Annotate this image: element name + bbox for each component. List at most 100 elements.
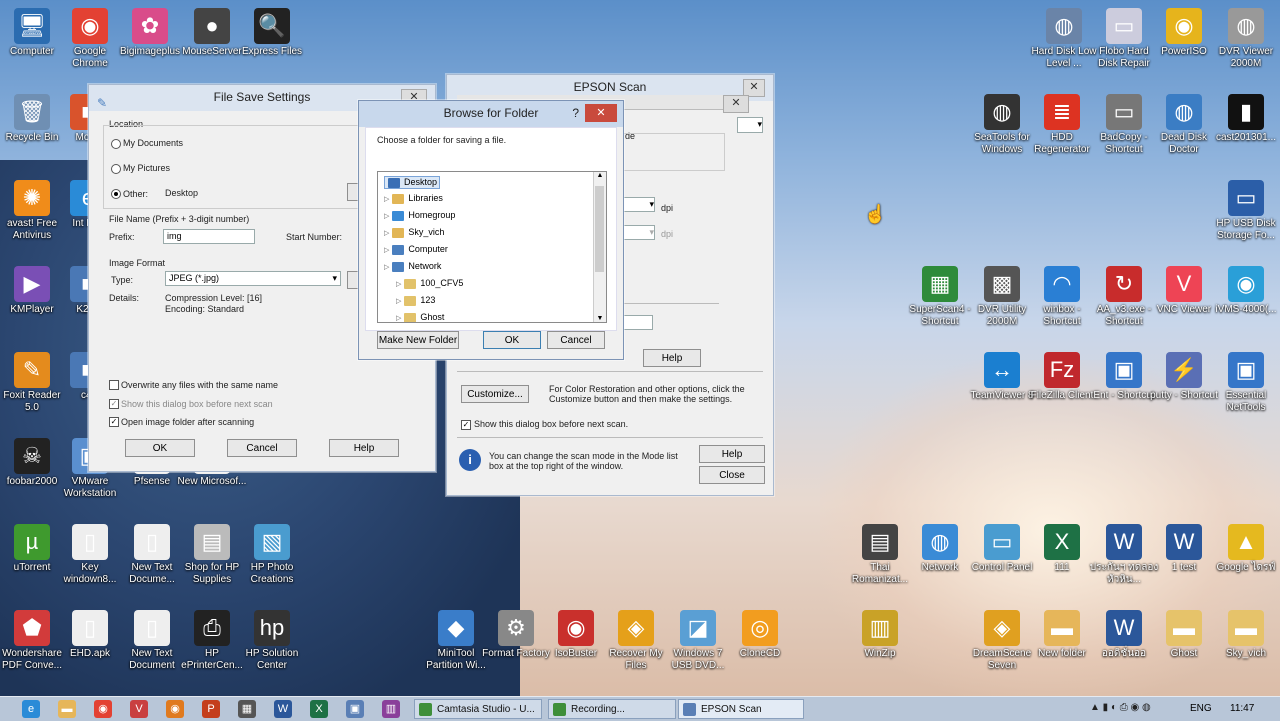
desktop-icon[interactable]: W 1 test bbox=[1149, 524, 1219, 574]
scrollbar[interactable]: ▲ ▼ bbox=[593, 172, 606, 322]
resolution-select[interactable]: ▾ bbox=[623, 197, 655, 212]
app-icon[interactable]: ▣ bbox=[346, 700, 364, 718]
shortcut-icon: ⬟ bbox=[14, 610, 50, 646]
desktop-icon[interactable]: ▮ cast201301... bbox=[1211, 94, 1280, 144]
expand-arrow-icon[interactable]: ▷ bbox=[396, 281, 401, 288]
make-new-folder-button[interactable]: Make New Folder bbox=[377, 331, 459, 349]
desktop-icon[interactable]: ◎ CloneCD bbox=[725, 610, 795, 660]
shortcut-icon: ◉ bbox=[558, 610, 594, 646]
winrar-icon[interactable]: ▥ bbox=[382, 700, 400, 718]
close-icon[interactable]: ✕ bbox=[723, 95, 749, 113]
desktop-icon[interactable]: ◠ winbox - Shortcut bbox=[1027, 266, 1097, 328]
excel-icon[interactable]: X bbox=[310, 700, 328, 718]
clock[interactable]: 11:47 bbox=[1230, 703, 1254, 714]
scroll-up-icon[interactable]: ▲ bbox=[594, 172, 606, 179]
desktop-icon[interactable]: X 111 bbox=[1027, 524, 1097, 574]
language-indicator[interactable]: ENG bbox=[1190, 703, 1212, 714]
help-button[interactable]: Help bbox=[329, 439, 399, 457]
ok-button[interactable]: OK bbox=[483, 331, 541, 349]
folder-tree-item[interactable]: ▷ Ghost bbox=[396, 312, 444, 322]
tray-icons[interactable]: ▲ ▮ ◐ ⎙ ◉ ◍ bbox=[1090, 702, 1151, 713]
desktop-icon[interactable]: Fz FileZilla Client bbox=[1027, 352, 1097, 402]
desktop-icon[interactable]: ◍ Network bbox=[905, 524, 975, 574]
prefix-input[interactable]: img bbox=[163, 229, 255, 244]
help-button[interactable]: Help bbox=[699, 445, 765, 463]
scrollbar-thumb[interactable] bbox=[595, 186, 604, 272]
desktop-icon[interactable]: ◈ Recover My Files bbox=[601, 610, 671, 672]
expand-arrow-icon[interactable]: ▷ bbox=[384, 247, 389, 254]
expand-arrow-icon[interactable]: ▷ bbox=[384, 230, 389, 237]
mode-select[interactable]: ▾ bbox=[737, 117, 763, 133]
word-icon[interactable]: W bbox=[274, 700, 292, 718]
calculator-icon[interactable]: ▦ bbox=[238, 700, 256, 718]
file-explorer-icon[interactable]: ▬ bbox=[58, 700, 76, 718]
overwrite-checkbox[interactable] bbox=[109, 380, 119, 390]
epson-field[interactable] bbox=[623, 315, 653, 330]
cancel-button[interactable]: Cancel bbox=[547, 331, 605, 349]
folder-tree-item[interactable]: ▷ 123 bbox=[396, 295, 435, 306]
my-documents-radio[interactable] bbox=[111, 139, 121, 149]
desktop-icon[interactable]: ⚡ putty - Shortcut bbox=[1149, 352, 1219, 402]
taskbar-task[interactable]: Recording... bbox=[548, 699, 676, 719]
desktop-icon[interactable]: ◪ Windows 7 USB DVD... bbox=[663, 610, 733, 672]
folder-tree-item[interactable]: ▷ Computer bbox=[384, 244, 448, 255]
hand-cursor-icon: ☝ bbox=[864, 204, 887, 224]
desktop-icon[interactable]: ▬ Ghost bbox=[1149, 610, 1219, 660]
scroll-down-icon[interactable]: ▼ bbox=[594, 315, 606, 322]
folder-tree-item[interactable]: ▷ 100_CFV5 bbox=[396, 278, 463, 289]
desktop-icon[interactable]: V VNC Viewer bbox=[1149, 266, 1219, 316]
desktop-icon[interactable]: ▣ Essential NetTools bbox=[1211, 352, 1280, 414]
cancel-button[interactable]: Cancel bbox=[227, 439, 297, 457]
vegas-icon[interactable]: V bbox=[130, 700, 148, 718]
ie-icon[interactable]: e bbox=[22, 700, 40, 718]
desktop-icon[interactable]: ▬ New folder bbox=[1027, 610, 1097, 660]
type-select[interactable]: JPEG (*.jpg) ▾ bbox=[165, 271, 341, 286]
folder-tree-item[interactable]: ▷ Sky_vich bbox=[384, 227, 444, 238]
show-dialog-checkbox[interactable]: ✓ bbox=[461, 420, 471, 430]
desktop-icon[interactable]: ▭ HP USB Disk Storage Fo... bbox=[1211, 180, 1280, 242]
folder-tree-item[interactable]: ▷ Network bbox=[384, 261, 441, 272]
help-button[interactable]: Help bbox=[643, 349, 701, 367]
folder-tree-item[interactable]: ▷ Homegroup bbox=[384, 210, 455, 221]
desktop-icon[interactable]: 🔍 Express Files bbox=[237, 8, 307, 58]
desktop-icon[interactable]: ▥ WinZip bbox=[845, 610, 915, 660]
taskbar-task[interactable]: EPSON Scan bbox=[678, 699, 804, 719]
desktop-icon[interactable]: ▯ Key windown8... bbox=[55, 524, 125, 586]
show-dialog-checkbox[interactable]: ✓ bbox=[109, 399, 119, 409]
desktop-icon[interactable]: hp HP Solution Center bbox=[237, 610, 307, 672]
desktop-icon[interactable]: ◍ DVR Viewer 2000M bbox=[1211, 8, 1280, 70]
close-button[interactable]: Close bbox=[699, 466, 765, 484]
desktop-icon[interactable]: ▬ Sky_vich bbox=[1211, 610, 1280, 660]
target-resolution-select[interactable]: ▾ bbox=[623, 225, 655, 240]
folder-tree-item[interactable]: ▷ Libraries bbox=[384, 193, 443, 204]
expand-arrow-icon[interactable]: ▷ bbox=[384, 196, 389, 203]
firefox-icon[interactable]: ◉ bbox=[166, 700, 184, 718]
expand-arrow-icon[interactable]: ▷ bbox=[384, 213, 389, 220]
desktop-icon[interactable]: ◉ iVMS-4000(... bbox=[1211, 266, 1280, 316]
open-folder-checkbox[interactable]: ✓ bbox=[109, 417, 119, 427]
desktop-icon[interactable]: ▧ HP Photo Creations bbox=[237, 524, 307, 586]
desktop-icon[interactable]: ▲ Google ไดรฟ์ bbox=[1211, 524, 1280, 574]
expand-arrow-icon[interactable]: ▷ bbox=[396, 298, 401, 305]
desktop-icon[interactable]: ◍ Dead Disk Doctor bbox=[1149, 94, 1219, 156]
desktop-icon[interactable]: ≣ HDD Regenerator bbox=[1027, 94, 1097, 156]
expand-arrow-icon[interactable]: ▷ bbox=[396, 315, 401, 322]
help-icon[interactable]: ? bbox=[572, 101, 579, 125]
expand-arrow-icon[interactable]: ▷ bbox=[384, 264, 389, 271]
shortcut-icon: ▤ bbox=[862, 524, 898, 560]
taskbar-task-label: Camtasia Studio - U... bbox=[437, 704, 535, 715]
desktop-icon[interactable]: ▯ EHD.apk bbox=[55, 610, 125, 660]
chrome-icon[interactable]: ◉ bbox=[94, 700, 112, 718]
folder-tree[interactable]: Desktop ▷ Libraries ▷ Homegroup ▷ Sky_vich ▷ Com… bbox=[377, 171, 607, 323]
taskbar-task[interactable]: Camtasia Studio - U... bbox=[414, 699, 542, 719]
powerpoint-icon[interactable]: P bbox=[202, 700, 220, 718]
folder-tree-item[interactable]: Desktop bbox=[384, 176, 441, 189]
close-icon[interactable]: ✕ bbox=[585, 104, 617, 122]
my-pictures-radio[interactable] bbox=[111, 164, 121, 174]
desktop-icon[interactable]: ▦ SuperScan4 - Shortcut bbox=[905, 266, 975, 328]
desktop-icon[interactable]: ✿ Bigimageplus bbox=[115, 8, 185, 58]
desktop-icon[interactable]: ◉ PowerISO bbox=[1149, 8, 1219, 58]
ok-button[interactable]: OK bbox=[125, 439, 195, 457]
customize-button[interactable]: Customize... bbox=[461, 385, 529, 403]
other-radio[interactable] bbox=[111, 189, 121, 199]
